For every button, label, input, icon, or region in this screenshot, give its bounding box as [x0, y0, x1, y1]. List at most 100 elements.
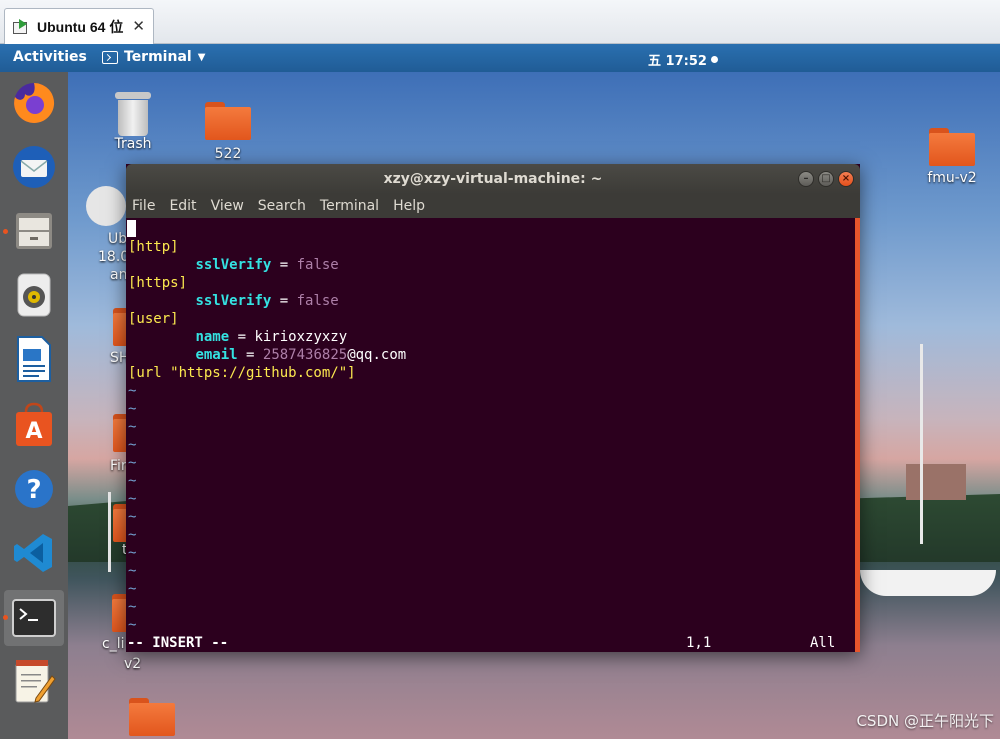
desktop-icon-trash[interactable]: Trash: [93, 92, 173, 152]
desktop-icon-folder-bottom[interactable]: [112, 698, 192, 736]
activities-button[interactable]: Activities: [13, 49, 87, 65]
maximize-button[interactable]: □: [818, 171, 834, 187]
terminal-icon: [102, 50, 118, 64]
close-button[interactable]: ×: [838, 171, 854, 187]
desktop-icon-label: 522: [214, 146, 242, 162]
vim-line: [user]: [128, 310, 179, 328]
disc-icon: [86, 186, 126, 226]
minimize-button[interactable]: –: [798, 171, 814, 187]
vim-line: name = kirioxzyxzy: [128, 328, 347, 346]
section-user: [user]: [128, 311, 179, 327]
clock[interactable]: 五 17:52: [648, 50, 718, 69]
folder-icon: [929, 128, 975, 166]
vim-line: [url "https://github.com/"]: [128, 364, 356, 382]
empty-line-tilde: ~: [128, 527, 137, 543]
section-url: [url "https://github.com/"]: [128, 365, 356, 381]
dock-files[interactable]: [3, 206, 59, 256]
firefox-icon: [14, 82, 55, 123]
config-eq: =: [271, 257, 297, 273]
vim-line: [http]: [128, 238, 179, 256]
empty-line-tilde: ~: [128, 599, 137, 615]
menu-view[interactable]: View: [211, 198, 244, 214]
cursor-position: 1,1: [686, 634, 712, 651]
terminal-content[interactable]: [http] sslVerify = false [https] sslVeri…: [126, 218, 860, 652]
config-eq: =: [229, 329, 255, 345]
menu-help[interactable]: Help: [393, 198, 425, 214]
menu-terminal[interactable]: Terminal: [320, 198, 379, 214]
desktop-icon-label: v2: [124, 656, 142, 672]
top-bar: Activities Terminal ▼ 五 17:52: [0, 44, 1000, 72]
app-menu-label: Terminal: [124, 49, 192, 65]
wallpaper-boat: [860, 570, 996, 596]
terminal-scrollbar[interactable]: [855, 218, 860, 652]
app-menu-terminal[interactable]: Terminal ▼: [102, 49, 205, 65]
svg-text:A: A: [25, 419, 42, 444]
svg-text:?: ?: [26, 475, 41, 505]
help-icon: ?: [15, 470, 53, 508]
folder-icon: [129, 698, 175, 736]
dock: A ?: [0, 72, 68, 739]
config-key: sslVerify: [195, 293, 272, 309]
empty-line-tilde: ~: [128, 563, 137, 579]
shopping-bag-icon: A: [16, 402, 52, 446]
empty-line-tilde: ~: [128, 509, 137, 525]
dock-terminal[interactable]: [3, 590, 64, 646]
empty-line-tilde: ~: [128, 473, 137, 489]
text-cursor: [127, 220, 136, 237]
config-eq: =: [271, 293, 297, 309]
menu-edit[interactable]: Edit: [169, 198, 196, 214]
dock-software[interactable]: A: [9, 400, 59, 450]
clock-text: 五 17:52: [648, 54, 707, 69]
vm-tab-bar: Ubuntu 64 位 ✕: [0, 0, 1000, 44]
vim-line: email = 2587436825@qq.com: [128, 346, 406, 364]
dock-thunderbird[interactable]: [9, 142, 59, 192]
dock-help[interactable]: ?: [9, 464, 59, 514]
desktop-icon-522[interactable]: 522: [188, 102, 268, 162]
empty-line-tilde: ~: [128, 455, 137, 471]
running-dot-icon: [3, 615, 8, 620]
vim-mode-indicator: -- INSERT --: [127, 634, 229, 651]
vim-line: sslVerify = false: [128, 292, 339, 310]
terminal-titlebar[interactable]: xzy@xzy-virtual-machine: ~ – □ ×: [126, 164, 860, 194]
notepad-icon: [15, 660, 56, 703]
desktop-icon-label: fmu-v2: [927, 170, 977, 186]
config-key: name: [195, 329, 230, 345]
terminal-window[interactable]: xzy@xzy-virtual-machine: ~ – □ × File Ed…: [126, 164, 860, 652]
window-title: xzy@xzy-virtual-machine: ~: [383, 171, 603, 187]
empty-line-tilde: ~: [128, 491, 137, 507]
vm-icon: [13, 18, 31, 35]
scroll-position: All: [810, 634, 836, 651]
desktop-icon-label: Trash: [114, 136, 152, 152]
vscode-icon: [14, 534, 52, 572]
dock-vscode[interactable]: [9, 528, 59, 578]
vim-line: sslVerify = false: [128, 256, 339, 274]
empty-line-tilde: ~: [128, 545, 137, 561]
empty-line-tilde: ~: [128, 617, 137, 633]
config-value-number: 2587436825: [262, 347, 348, 363]
vm-tab-ubuntu[interactable]: Ubuntu 64 位 ✕: [4, 8, 154, 44]
terminal-menubar: File Edit View Search Terminal Help: [126, 194, 860, 218]
thunderbird-icon: [13, 146, 55, 188]
config-value: false: [296, 293, 339, 309]
menu-search[interactable]: Search: [258, 198, 306, 214]
dock-rhythmbox[interactable]: [9, 270, 59, 320]
vim-line: [https]: [128, 274, 187, 292]
config-value: @qq.com: [347, 347, 407, 363]
section-http: [http]: [128, 239, 179, 255]
dock-writer[interactable]: [9, 334, 59, 384]
desktop-icon-fmu-v2[interactable]: fmu-v2: [912, 128, 992, 186]
close-icon[interactable]: ✕: [132, 17, 145, 35]
dock-firefox[interactable]: [9, 78, 59, 128]
config-value: false: [296, 257, 339, 273]
wallpaper-buildings: [906, 464, 966, 500]
document-writer-icon: [17, 336, 51, 382]
wallpaper-mast: [920, 344, 923, 544]
section-https: [https]: [128, 275, 188, 291]
running-dot-icon: [3, 229, 8, 234]
notification-dot-icon: [710, 56, 718, 63]
empty-line-tilde: ~: [128, 581, 137, 597]
menu-file[interactable]: File: [132, 198, 155, 214]
dock-text-editor[interactable]: [9, 656, 59, 706]
trash-icon: [115, 92, 151, 136]
folder-icon: [205, 102, 251, 140]
